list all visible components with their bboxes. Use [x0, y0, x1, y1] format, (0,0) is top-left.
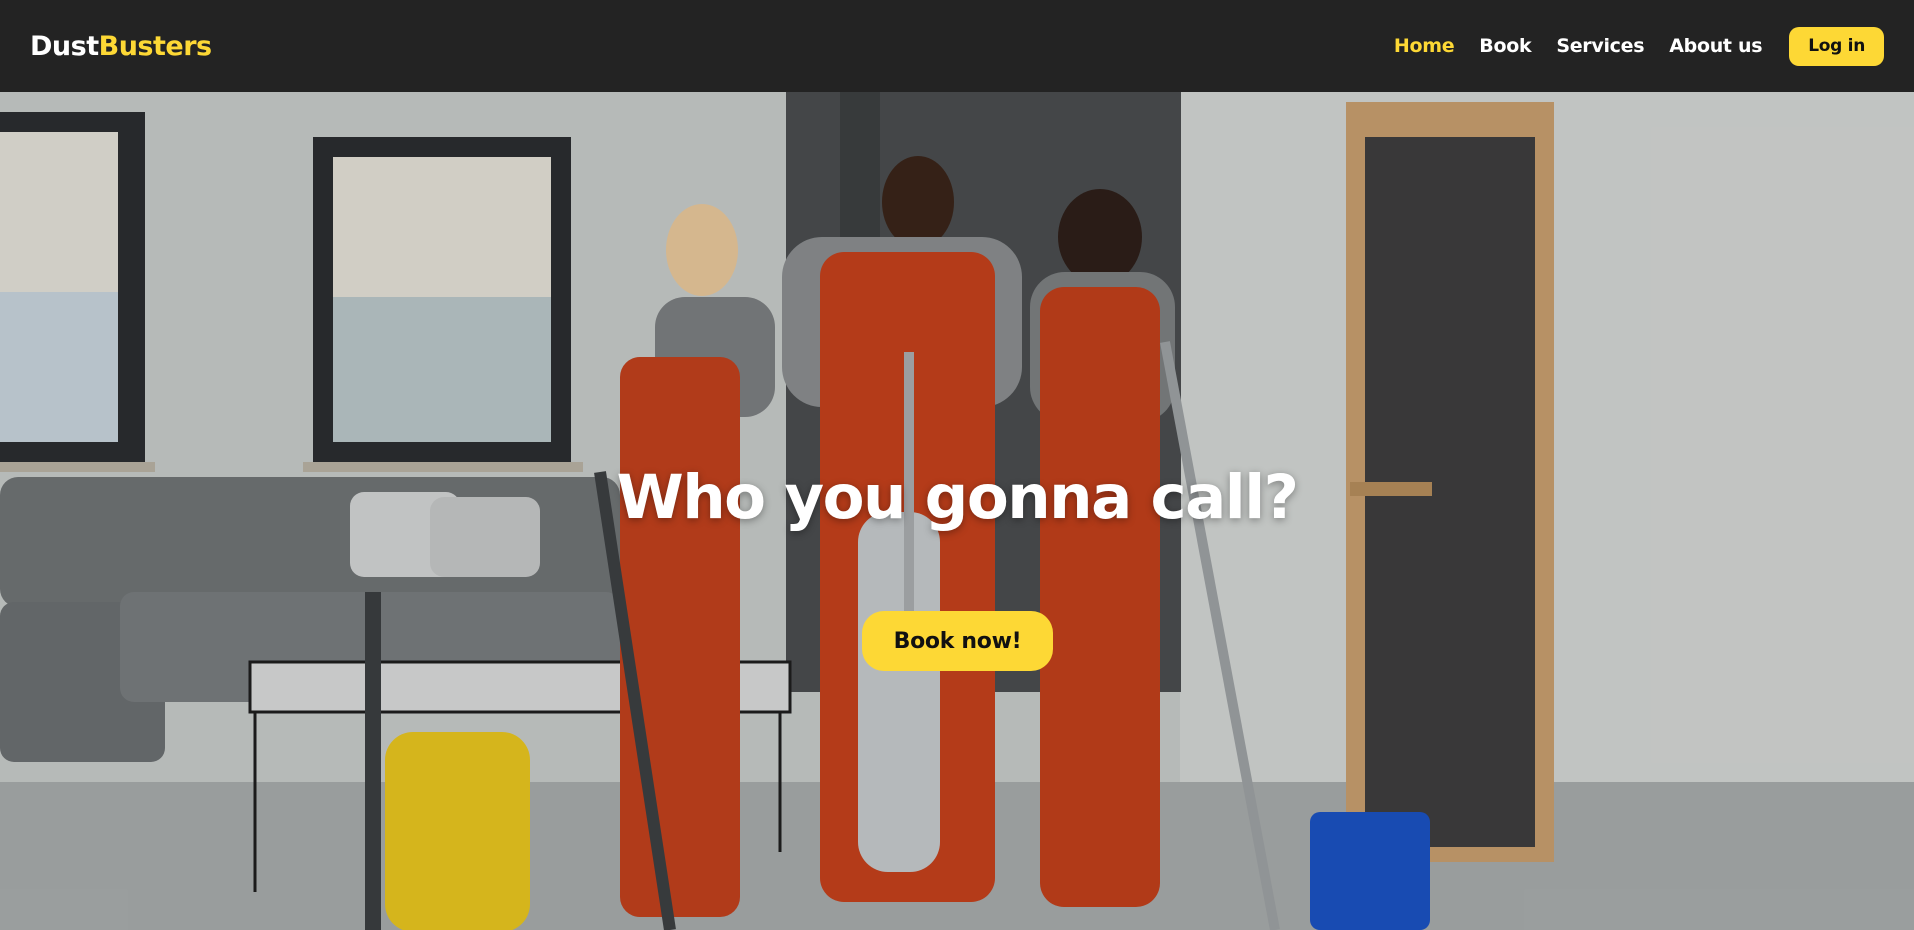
login-button[interactable]: Log in: [1789, 26, 1884, 66]
brand-name-part1: Dust: [30, 30, 99, 62]
hero-title: Who you gonna call?: [616, 462, 1299, 533]
brand-logo[interactable]: DustBusters: [30, 31, 212, 62]
nav-about-us[interactable]: About us: [1669, 35, 1762, 57]
nav-services[interactable]: Services: [1556, 35, 1644, 57]
nav-book[interactable]: Book: [1479, 35, 1531, 57]
navbar: DustBusters Home Book Services About us …: [0, 0, 1914, 92]
brand-name-part2: Busters: [98, 30, 212, 62]
book-now-button[interactable]: Book now!: [862, 611, 1053, 671]
nav-home[interactable]: Home: [1394, 35, 1455, 57]
hero-section: Who you gonna call? Book now!: [0, 92, 1914, 930]
main-nav: Home Book Services About us Log in: [1369, 26, 1884, 66]
